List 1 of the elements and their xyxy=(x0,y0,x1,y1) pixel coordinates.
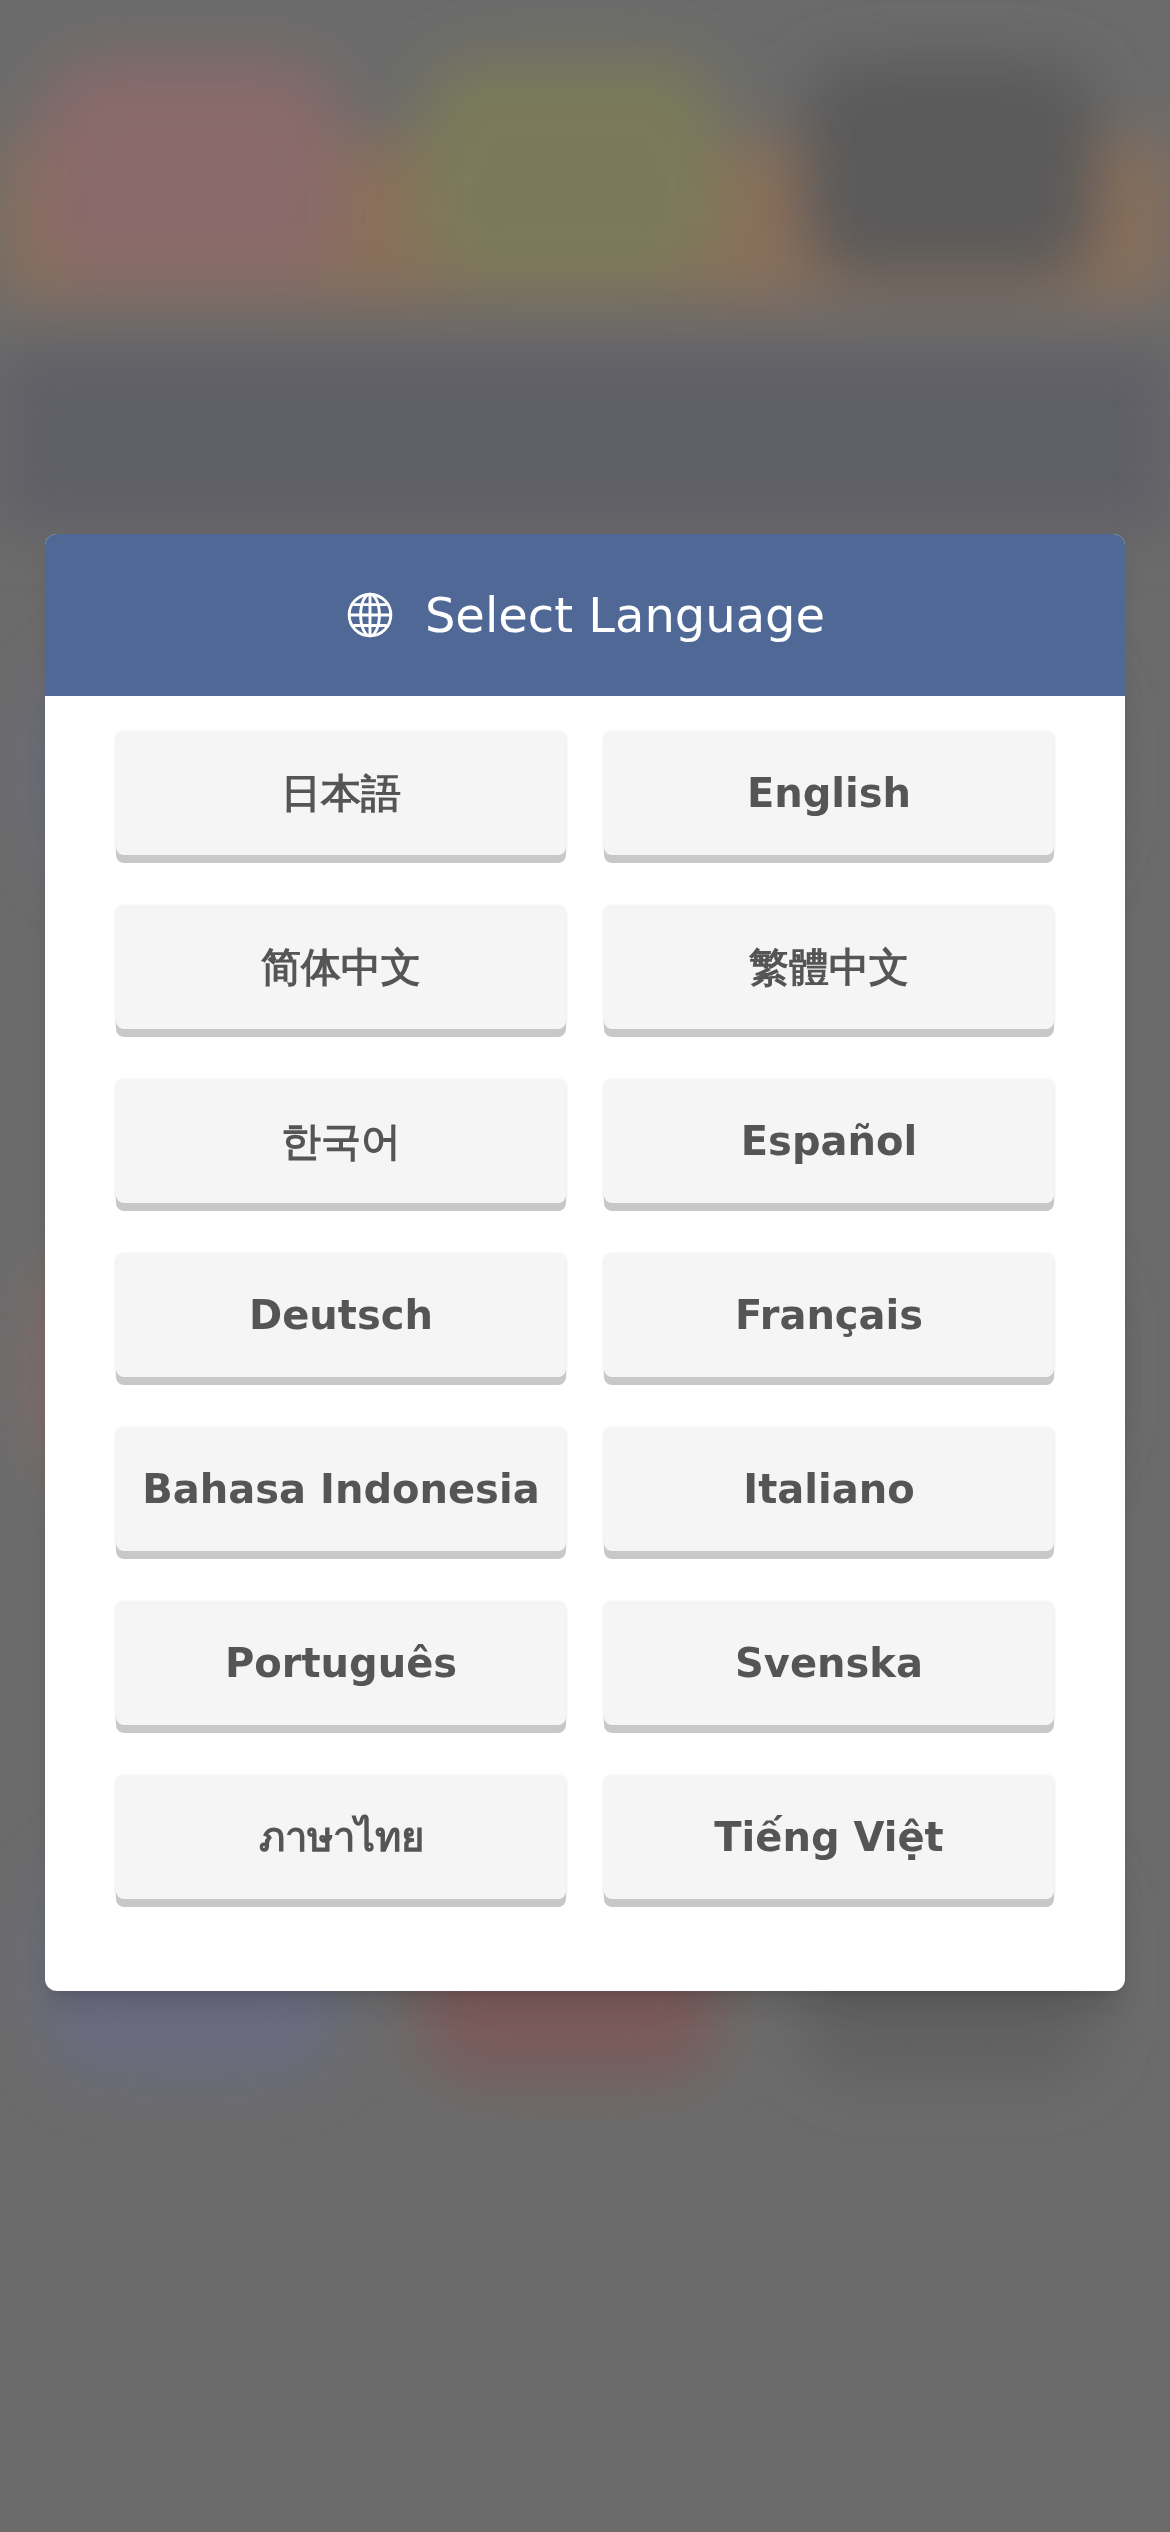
dialog-title: Select Language xyxy=(424,586,826,645)
